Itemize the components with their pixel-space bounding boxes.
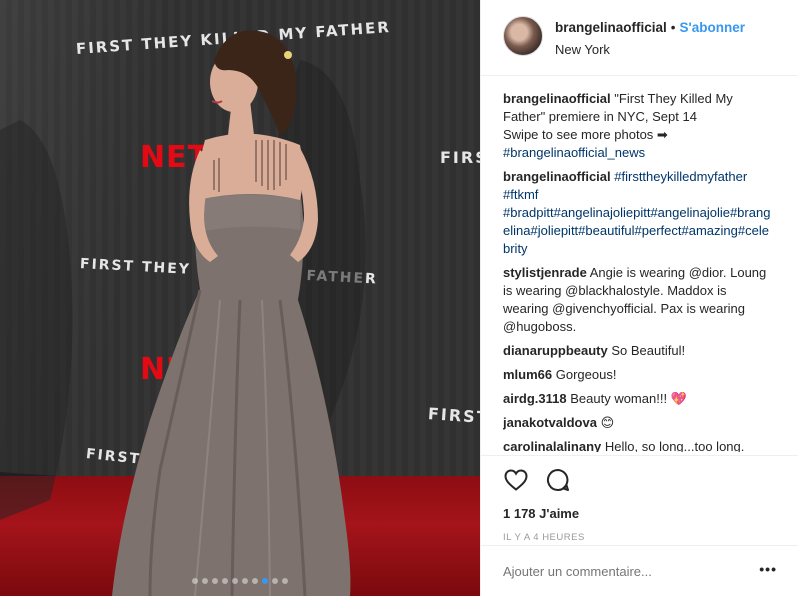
follow-button[interactable]: S'abonner xyxy=(680,20,745,35)
carousel-dot xyxy=(242,578,248,584)
comment-username[interactable]: brangelinaofficial xyxy=(503,169,611,184)
comment-username[interactable]: janakotvaldova xyxy=(503,415,597,430)
comment-item: janakotvaldova 😊 xyxy=(503,414,775,432)
instagram-post: FIRST THEY KILLED MY FATHER FIRST THEY K… xyxy=(0,0,798,596)
location-link[interactable]: New York xyxy=(555,42,745,57)
comment-item: dianaruppbeauty So Beautiful! xyxy=(503,342,775,360)
woman-in-gown xyxy=(0,30,366,596)
post-photo[interactable]: FIRST THEY KILLED MY FATHER FIRST THEY K… xyxy=(0,0,480,596)
comment-username[interactable]: stylistjenrade xyxy=(503,265,587,280)
heart-icon[interactable] xyxy=(503,467,529,493)
carousel-indicator xyxy=(192,578,288,584)
avatar[interactable] xyxy=(503,16,543,56)
carousel-dot xyxy=(192,578,198,584)
comment-username[interactable]: carolinalalinany xyxy=(503,439,601,452)
carousel-dot xyxy=(232,578,238,584)
action-icons xyxy=(503,466,798,494)
header-text: brangelinaofficial • S'abonner New York xyxy=(555,20,745,57)
username-link[interactable]: brangelinaofficial xyxy=(555,20,667,35)
comment-item: mlum66 Gorgeous! xyxy=(503,366,775,384)
comment-bubble-icon[interactable] xyxy=(545,467,571,493)
header-row: brangelinaofficial • S'abonner xyxy=(555,20,745,35)
carousel-dot xyxy=(212,578,218,584)
comment-username[interactable]: dianaruppbeauty xyxy=(503,343,608,358)
comment-username[interactable]: mlum66 xyxy=(503,367,552,382)
comment-item: brangelinaofficial #firsttheykilledmyfat… xyxy=(503,168,775,258)
carousel-dot xyxy=(272,578,278,584)
comment-text: So Beautiful! xyxy=(611,343,686,358)
post-sidebar: brangelinaofficial • S'abonner New York … xyxy=(480,0,798,596)
post-time: IL Y A 4 HEURES xyxy=(503,532,585,543)
comments-list[interactable]: brangelinaofficial "First They Killed My… xyxy=(503,90,775,452)
comment-item: stylistjenrade Angie is wearing @dior. L… xyxy=(503,264,775,336)
comment-username[interactable]: brangelinaofficial xyxy=(503,91,611,106)
carousel-dot-active xyxy=(262,578,268,584)
add-comment-bar: ••• xyxy=(481,545,798,596)
carousel-dot xyxy=(282,578,288,584)
comment-text: Beauty woman!!! 💖 xyxy=(570,391,687,406)
caption-swipe: Swipe to see more photos ➡ xyxy=(503,127,668,142)
comment-text: 😊 xyxy=(600,415,615,430)
add-comment-input[interactable] xyxy=(503,563,760,579)
post-header: brangelinaofficial • S'abonner New York xyxy=(481,0,798,76)
post-actions: 1 178 J'aime IL Y A 4 HEURES xyxy=(481,455,798,545)
comment-item: airdg.3118 Beauty woman!!! 💖 xyxy=(503,390,775,408)
caption: brangelinaofficial "First They Killed My… xyxy=(503,90,775,162)
likes-count[interactable]: 1 178 J'aime xyxy=(503,506,798,521)
hashtag-link[interactable]: #brangelinaofficial_news xyxy=(503,145,645,160)
comment-text: Hello, so long...too long. xyxy=(604,439,745,452)
comment-username[interactable]: airdg.3118 xyxy=(503,391,567,406)
comment-item: carolinalalinany Hello, so long...too lo… xyxy=(503,438,775,452)
carousel-dot xyxy=(222,578,228,584)
carousel-dot xyxy=(202,578,208,584)
carousel-dot xyxy=(252,578,258,584)
comment-text: Gorgeous! xyxy=(555,367,617,382)
more-options-icon[interactable]: ••• xyxy=(759,561,777,577)
separator: • xyxy=(670,20,676,35)
